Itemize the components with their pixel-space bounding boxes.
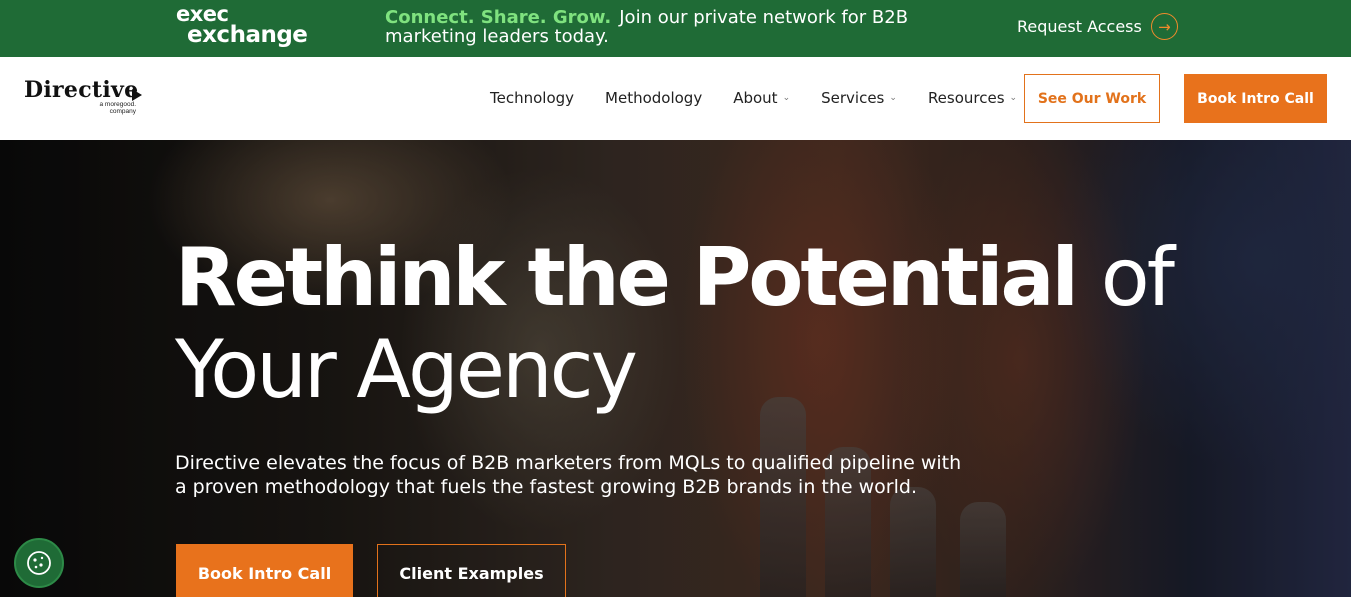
nav-links: Technology Methodology About ⌄ Services ⌄ … xyxy=(490,89,1048,107)
hero-title-light-1: of xyxy=(1100,231,1175,324)
directive-logo[interactable]: Directive a moregood. company xyxy=(24,77,142,115)
hero-title: Rethink the Potential of Your Agency xyxy=(175,231,1175,416)
chevron-down-icon: ⌄ xyxy=(1009,93,1018,103)
background-bottle xyxy=(890,487,936,597)
see-our-work-button[interactable]: See Our Work xyxy=(1024,74,1160,123)
hero-description: Directive elevates the focus of B2B mark… xyxy=(175,452,962,498)
book-intro-call-button[interactable]: Book Intro Call xyxy=(176,544,353,597)
cookie-icon xyxy=(27,551,51,575)
nav-item-label: Resources xyxy=(927,89,1005,107)
logo-line-2: exchange xyxy=(187,21,308,48)
exec-exchange-logo[interactable]: exec exchange xyxy=(176,4,308,48)
request-access-link[interactable]: Request Access → xyxy=(1017,13,1178,40)
request-access-label: Request Access xyxy=(1017,17,1142,36)
nav-item-label: About xyxy=(733,89,778,107)
book-intro-call-nav-button[interactable]: Book Intro Call xyxy=(1184,74,1327,123)
nav-item-services[interactable]: Services ⌄ xyxy=(821,89,897,107)
nav-item-label: Technology xyxy=(490,89,575,107)
nav-item-technology[interactable]: Technology xyxy=(490,89,574,107)
background-bottle xyxy=(960,502,1006,597)
promo-message: Connect. Share. Grow. Join our private ne… xyxy=(385,8,985,46)
nav-item-about[interactable]: About ⌄ xyxy=(733,89,790,107)
chevron-down-icon: ⌄ xyxy=(782,93,791,103)
cookie-settings-button[interactable] xyxy=(14,538,64,588)
promo-accent: Connect. Share. Grow. xyxy=(385,7,612,28)
main-nav: Directive a moregood. company Technology… xyxy=(0,57,1351,140)
brand-name: Directive xyxy=(24,77,139,103)
promo-bar: exec exchange Connect. Share. Grow. Join … xyxy=(0,0,1351,57)
hero-section: Rethink the Potential of Your Agency Dir… xyxy=(0,140,1351,597)
chevron-down-icon: ⌄ xyxy=(889,93,897,103)
nav-item-label: Services xyxy=(821,89,885,107)
arrow-right-circle-icon: → xyxy=(1150,13,1178,40)
nav-item-resources[interactable]: Resources ⌄ xyxy=(928,89,1017,107)
brand-sub: a moregood. company xyxy=(99,101,137,115)
nav-item-methodology[interactable]: Methodology xyxy=(605,89,702,107)
hero-title-bold: Rethink the Potential xyxy=(175,231,1079,324)
brand-arrow-icon xyxy=(132,89,142,101)
nav-item-label: Methodology xyxy=(605,89,703,107)
hero-title-light-2: Your Agency xyxy=(175,323,638,416)
client-examples-button[interactable]: Client Examples xyxy=(377,544,566,597)
